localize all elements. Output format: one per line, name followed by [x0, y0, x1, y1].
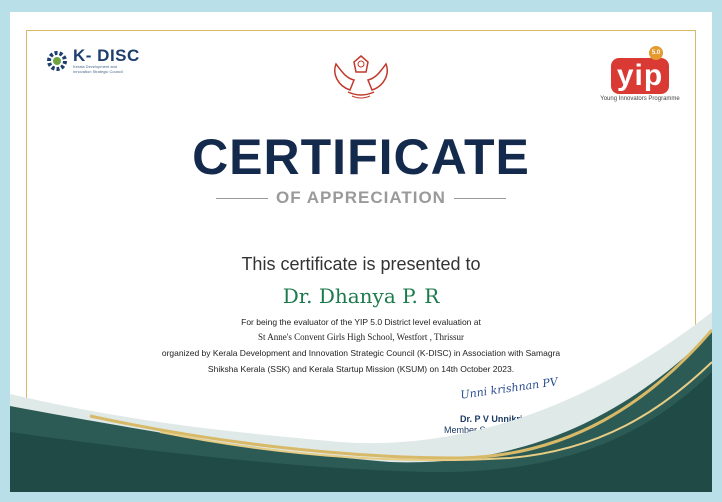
decorative-waves: [10, 312, 712, 492]
certificate-card: K- DISC Kerala Development and Innovatio…: [10, 12, 712, 492]
